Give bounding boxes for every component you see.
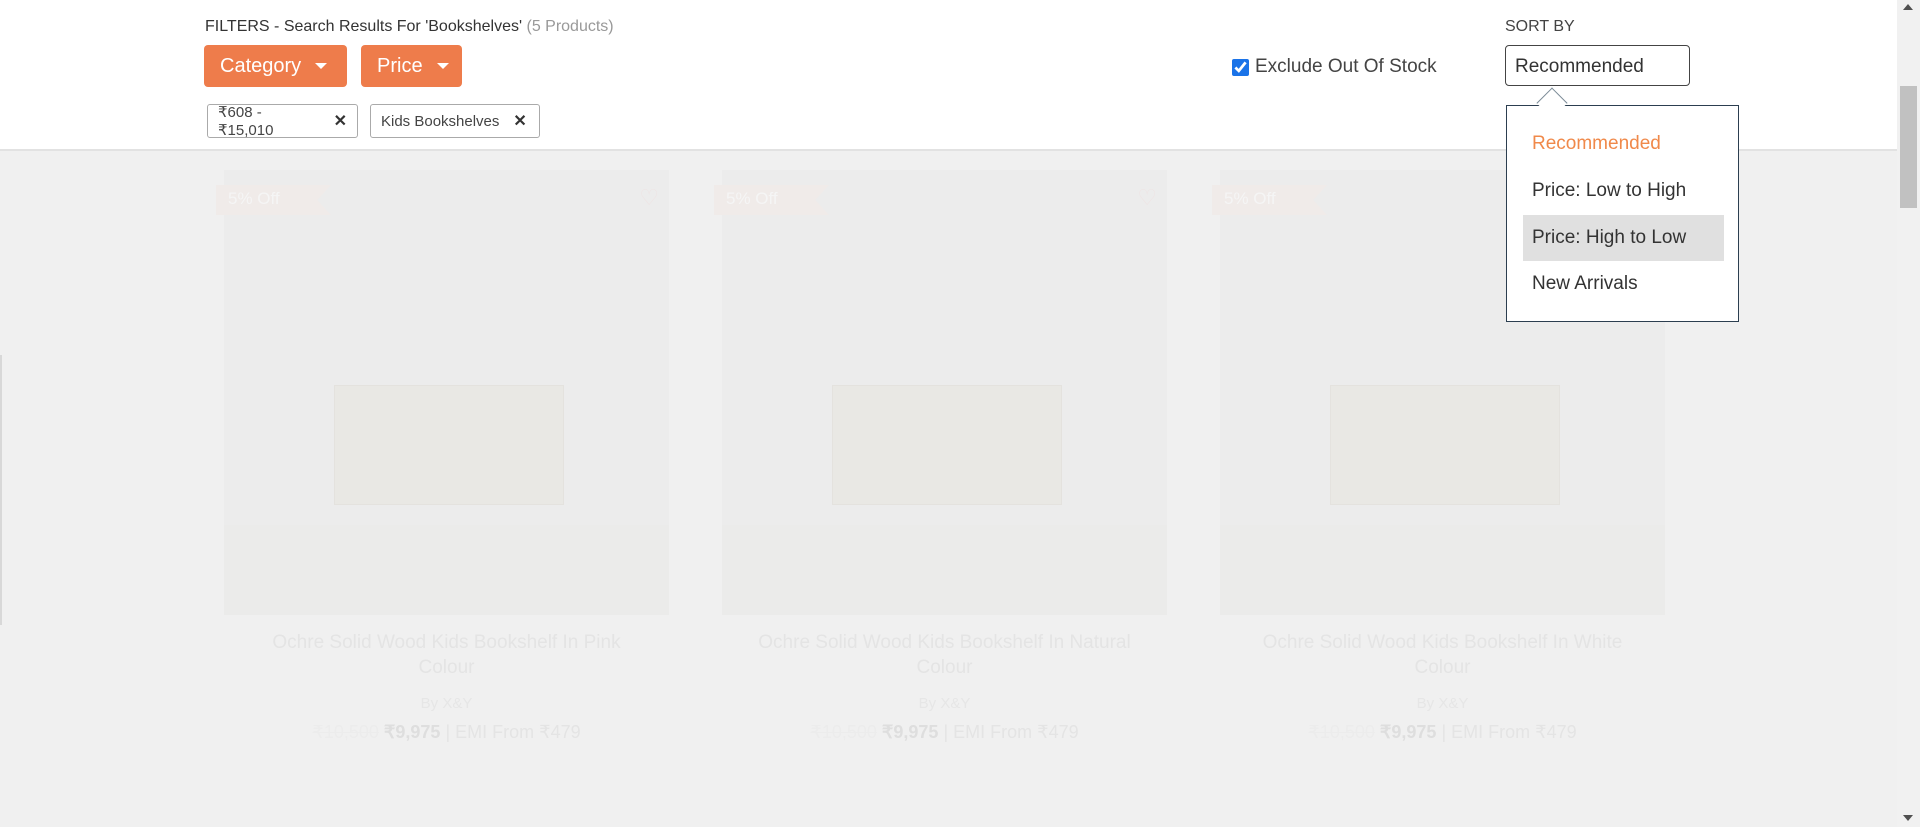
product-count: (5 Products) bbox=[526, 18, 614, 35]
category-label: Category bbox=[220, 54, 302, 77]
mrp: ₹10,500 bbox=[810, 722, 877, 742]
product-title[interactable]: Ochre Solid Wood Kids Bookshelf In White… bbox=[1220, 630, 1665, 680]
scroll-up-icon[interactable] bbox=[1903, 4, 1913, 10]
chip-label: Kids Bookshelves bbox=[381, 112, 500, 130]
category-chip: Kids Bookshelves ✕ bbox=[370, 104, 540, 138]
sort-option-new-arrivals[interactable]: New Arrivals bbox=[1523, 261, 1724, 307]
emi: | EMI From ₹479 bbox=[1441, 722, 1577, 742]
price: ₹9,975 bbox=[383, 722, 441, 742]
product-image[interactable]: 5% Off ♡ bbox=[714, 170, 1167, 615]
price-range-chip: ₹608 - ₹15,010 ✕ bbox=[207, 104, 358, 139]
sort-option-price-low-high[interactable]: Price: Low to High bbox=[1523, 168, 1724, 214]
product-brand: By X&Y bbox=[918, 695, 971, 712]
scrollbar-thumb[interactable] bbox=[1900, 86, 1917, 208]
product-card[interactable]: 5% Off ♡ Ochre Solid Wood Kids Bookshelf… bbox=[714, 170, 1167, 743]
close-icon[interactable]: ✕ bbox=[334, 111, 347, 131]
sort-option-recommended[interactable]: Recommended bbox=[1523, 121, 1724, 167]
product-brand: By X&Y bbox=[1416, 695, 1469, 712]
price-label: Price bbox=[377, 54, 423, 77]
sort-dropdown: Recommended Price: Low to High Price: Hi… bbox=[1506, 105, 1739, 322]
caret-down-icon bbox=[315, 63, 328, 69]
sort-option-price-high-low[interactable]: Price: High to Low bbox=[1523, 215, 1724, 261]
discount-badge: 5% Off bbox=[1212, 185, 1327, 215]
product-image[interactable]: 5% Off ♡ bbox=[216, 170, 669, 615]
mrp: ₹10,500 bbox=[1308, 722, 1375, 742]
scroll-down-icon[interactable] bbox=[1903, 815, 1913, 821]
category-filter-button[interactable]: Category bbox=[204, 45, 347, 87]
product-card[interactable]: 5% Off ♡ Ochre Solid Wood Kids Bookshelf… bbox=[216, 170, 669, 743]
exclude-out-of-stock-label: Exclude Out Of Stock bbox=[1255, 56, 1437, 77]
emi: | EMI From ₹479 bbox=[445, 722, 581, 742]
product-title[interactable]: Ochre Solid Wood Kids Bookshelf In Natur… bbox=[722, 630, 1167, 680]
chip-label: ₹608 - ₹15,010 bbox=[218, 104, 274, 139]
price: ₹9,975 bbox=[1379, 722, 1437, 742]
discount-badge: 5% Off bbox=[216, 185, 331, 215]
filters-title: FILTERS - Search Results For 'Bookshelve… bbox=[205, 18, 614, 36]
emi: | EMI From ₹479 bbox=[943, 722, 1079, 742]
product-title[interactable]: Ochre Solid Wood Kids Bookshelf In Pink … bbox=[224, 630, 669, 680]
wishlist-heart-icon[interactable]: ♡ bbox=[639, 185, 659, 211]
price-filter-button[interactable]: Price bbox=[361, 45, 462, 87]
wishlist-heart-icon[interactable]: ♡ bbox=[1137, 185, 1157, 211]
close-icon[interactable]: ✕ bbox=[513, 111, 526, 131]
side-tab-edge bbox=[0, 355, 2, 625]
sort-by-label: SORT BY bbox=[1505, 18, 1575, 35]
price: ₹9,975 bbox=[881, 722, 939, 742]
discount-badge: 5% Off bbox=[714, 185, 829, 215]
caret-down-icon bbox=[436, 63, 449, 69]
mrp: ₹10,500 bbox=[312, 722, 379, 742]
sort-select[interactable]: Recommended bbox=[1505, 45, 1690, 86]
exclude-out-of-stock-checkbox[interactable] bbox=[1232, 58, 1249, 76]
product-brand: By X&Y bbox=[420, 695, 473, 712]
filters-title-text: FILTERS - Search Results For 'Bookshelve… bbox=[205, 18, 523, 35]
exclude-out-of-stock[interactable]: Exclude Out Of Stock bbox=[1232, 56, 1437, 78]
